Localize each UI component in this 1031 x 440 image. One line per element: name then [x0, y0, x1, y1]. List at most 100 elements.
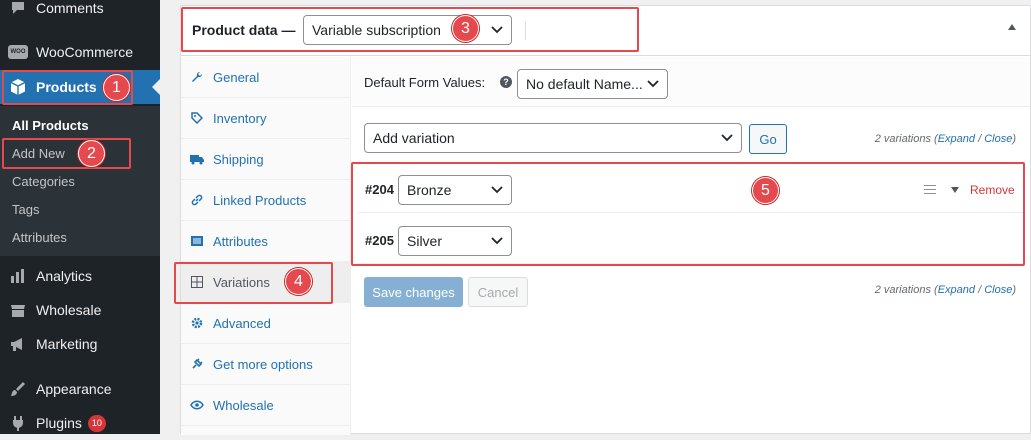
- grid-icon: [181, 276, 213, 288]
- brush-icon: [0, 380, 36, 398]
- variation-row[interactable]: #205 Silver: [357, 218, 1025, 264]
- truck-icon: [181, 153, 213, 165]
- callout-number: 4: [285, 268, 312, 295]
- close-link[interactable]: Close: [984, 133, 1012, 145]
- menu-wholesale[interactable]: Wholesale: [0, 293, 160, 327]
- tab-label: Linked Products: [213, 192, 307, 208]
- menu-label: Products: [36, 79, 97, 95]
- menu-woocommerce[interactable]: WOO WooCommerce: [0, 35, 160, 69]
- bar-chart-icon: [0, 267, 36, 285]
- plug-icon: [0, 414, 36, 432]
- woo-icon: WOO: [0, 45, 36, 59]
- callout-number: 3: [452, 15, 479, 42]
- callout-number: 5: [752, 177, 779, 204]
- callout-number: 1: [103, 74, 130, 101]
- chevron-down-icon: [647, 80, 659, 88]
- variations-panel: Default Form Values: ? No default Name..…: [352, 57, 1030, 435]
- wrench-icon: [181, 71, 213, 83]
- product-data-tabs: General Inventory Shipping Linked Produc…: [181, 57, 351, 435]
- chevron-down-icon: [721, 134, 733, 142]
- tab-variations[interactable]: Variations: [181, 262, 351, 303]
- link-icon: [181, 194, 213, 206]
- menu-label: Marketing: [36, 336, 98, 352]
- menu-label: Appearance: [36, 381, 112, 397]
- tab-label: Shipping: [213, 151, 264, 167]
- tab-label: Get more options: [213, 356, 313, 372]
- menu-marketing[interactable]: Marketing: [0, 327, 160, 361]
- default-name-select[interactable]: No default Name...: [517, 69, 668, 99]
- go-button[interactable]: Go: [749, 124, 787, 154]
- add-variation-value: Add variation: [373, 130, 455, 146]
- variation-id: #205: [365, 233, 394, 248]
- submenu-tags[interactable]: Tags: [12, 202, 39, 217]
- product-type-select[interactable]: Variable subscription: [303, 15, 512, 45]
- callout-number: 2: [78, 140, 105, 167]
- menu-label: Analytics: [36, 268, 93, 284]
- update-count-badge: 10: [87, 414, 106, 432]
- tab-general[interactable]: General: [181, 57, 351, 98]
- submenu-add-new[interactable]: Add New: [12, 146, 65, 161]
- menu-analytics[interactable]: Analytics: [0, 259, 160, 293]
- header-divider: [525, 22, 526, 40]
- tab-attributes[interactable]: Attributes: [181, 221, 351, 262]
- tab-label: Attributes: [213, 233, 268, 249]
- submenu-attributes[interactable]: Attributes: [12, 230, 67, 245]
- menu-comments[interactable]: Comments: [0, 0, 160, 25]
- product-type-value: Variable subscription: [312, 22, 441, 38]
- tab-shipping[interactable]: Shipping: [181, 139, 351, 180]
- chevron-down-icon: [491, 186, 503, 194]
- variation-id: #204: [365, 182, 394, 197]
- collapse-arrow-icon[interactable]: [1008, 24, 1016, 30]
- remove-variation-link[interactable]: Remove: [970, 183, 1015, 197]
- variation-attribute-select[interactable]: Silver: [398, 226, 512, 256]
- gear-icon: [181, 317, 213, 329]
- submenu-categories[interactable]: Categories: [12, 174, 75, 189]
- tab-inventory[interactable]: Inventory: [181, 98, 351, 139]
- add-variation-select[interactable]: Add variation: [364, 123, 742, 153]
- box-icon: [0, 77, 36, 97]
- store-icon: [0, 301, 36, 319]
- menu-label: Plugins: [36, 415, 82, 431]
- variation-attribute-value: Silver: [407, 233, 443, 249]
- product-data-panel: Product data — Variable subscription Gen…: [180, 5, 1031, 435]
- panel-header: Product data — Variable subscription: [181, 6, 1030, 56]
- drag-handle-icon[interactable]: [924, 185, 936, 197]
- default-form-values-row: Default Form Values: ? No default Name..…: [352, 57, 1030, 107]
- menu-products[interactable]: Products: [0, 70, 160, 104]
- tag-icon: [181, 112, 213, 124]
- tab-label: Wholesale: [213, 397, 274, 413]
- menu-label: Comments: [36, 0, 104, 16]
- save-changes-button[interactable]: Save changes: [364, 277, 463, 307]
- plugin-icon: [181, 358, 213, 370]
- chevron-down-icon: [491, 26, 503, 34]
- variation-attribute-select[interactable]: Bronze: [398, 175, 512, 205]
- tab-advanced[interactable]: Advanced: [181, 303, 351, 344]
- help-icon[interactable]: ?: [500, 76, 512, 88]
- menu-plugins[interactable]: Plugins 10: [0, 406, 160, 440]
- variations-count-bottom: 2 variations (Expand / Close): [874, 284, 1016, 296]
- menu-label: WooCommerce: [36, 44, 133, 60]
- variation-row[interactable]: #204 Bronze Remove: [357, 167, 1025, 213]
- variations-count-top: 2 variations (Expand / Close): [874, 133, 1016, 145]
- tab-linked-products[interactable]: Linked Products: [181, 180, 351, 221]
- tab-wholesale[interactable]: Wholesale: [181, 385, 351, 426]
- tab-get-more-options[interactable]: Get more options: [181, 344, 351, 385]
- toggle-arrow-icon[interactable]: [951, 187, 959, 193]
- eye-icon: [181, 400, 213, 410]
- expand-link[interactable]: Expand: [938, 284, 975, 296]
- admin-sidebar: Comments WOO WooCommerce Products All Pr…: [0, 0, 160, 434]
- default-form-values-label: Default Form Values:: [364, 75, 486, 90]
- menu-label: Wholesale: [36, 302, 102, 318]
- chevron-down-icon: [491, 237, 503, 245]
- submenu-all-products[interactable]: All Products: [12, 118, 89, 133]
- tab-label: Variations: [213, 274, 270, 290]
- product-data-title: Product data —: [192, 22, 296, 38]
- tab-label: General: [213, 69, 260, 85]
- expand-link[interactable]: Expand: [938, 133, 975, 145]
- products-submenu: All Products Add New Categories Tags Att…: [0, 106, 160, 256]
- close-link[interactable]: Close: [984, 284, 1012, 296]
- cancel-button[interactable]: Cancel: [468, 277, 528, 307]
- default-name-value: No default Name...: [526, 76, 643, 92]
- menu-appearance[interactable]: Appearance: [0, 372, 160, 406]
- megaphone-icon: [0, 335, 36, 353]
